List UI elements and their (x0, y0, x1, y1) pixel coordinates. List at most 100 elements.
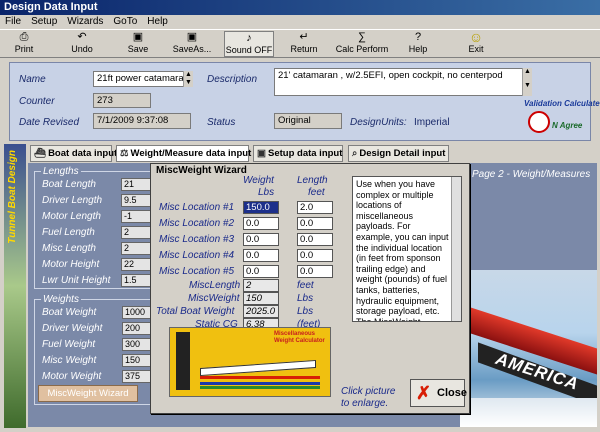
exit-smiley-icon: ☺ (468, 29, 484, 45)
help-text-box[interactable]: Use when you have complex or multiple lo… (352, 176, 462, 322)
misc-length-summary-unit: feet (297, 280, 314, 291)
driver-weight-label: Driver Weight (42, 323, 103, 334)
help-icon: ? (414, 31, 422, 43)
print-button[interactable]: ⎙ Print (4, 31, 44, 57)
counter-label: Counter (19, 96, 55, 107)
boat-length-input[interactable]: 21 (121, 178, 151, 191)
window-title: Design Data Input (0, 0, 600, 15)
misc-location-4-weight-input[interactable]: 0.0 (243, 249, 279, 262)
sound-off-button[interactable]: ♪ Sound OFF (224, 31, 274, 57)
undo-icon: ↶ (77, 31, 87, 43)
design-header-panel: Name 21ft power catamaran ▲ ▼ Description… (9, 62, 600, 141)
boat-weight-input[interactable]: 1000 (122, 306, 152, 319)
undo-button[interactable]: ↶ Undo (62, 31, 102, 57)
weight-calculator-diagram[interactable]: Miscellaneous Weight Calculator (169, 327, 331, 397)
close-button[interactable]: ✗ Close (410, 379, 467, 407)
tab-boat-data[interactable]: ⛴ Boat data input (30, 145, 117, 162)
check-icon (528, 111, 550, 133)
weight-column-header: Weight (243, 175, 274, 186)
name-field[interactable]: 21ft power catamaran (93, 71, 193, 87)
lengths-legend: Lengths (41, 166, 81, 177)
calc-perform-button[interactable]: ∑ Calc Perform (334, 31, 390, 57)
status-label: Status (207, 117, 236, 128)
misc-location-2-label: Misc Location #2 (159, 218, 235, 229)
misc-location-1-length-input[interactable]: 2.0 (297, 201, 333, 214)
validation-logo: Validation Calculate N Agree (524, 99, 600, 137)
misc-location-2-weight-input[interactable]: 0.0 (243, 217, 279, 230)
menu-goto[interactable]: GoTo (108, 15, 142, 28)
motor-height-input[interactable]: 22 (121, 258, 151, 271)
toolbar: ⎙ Print ↶ Undo ▣ Save ▣ SaveAs... ♪ Sound OFF… (0, 29, 600, 58)
lower-unit-height-label: Lwr Unit Height (42, 275, 111, 286)
menu-file[interactable]: File (0, 15, 26, 28)
exit-button[interactable]: ☺ Exit (456, 29, 496, 57)
save-as-button[interactable]: ▣ SaveAs... (168, 31, 216, 57)
misc-location-3-weight-input[interactable]: 0.0 (243, 233, 279, 246)
motor-height-label: Motor Height (42, 259, 100, 270)
help-button[interactable]: ? Help (398, 31, 438, 57)
misc-location-5-label: Misc Location #5 (159, 266, 235, 277)
driver-length-input[interactable]: 9.5 (121, 194, 151, 207)
monitor-icon: ▣ (257, 148, 266, 159)
misc-location-5-weight-input[interactable]: 0.0 (243, 265, 279, 278)
date-revised-label: Date Revised (19, 117, 80, 128)
misc-location-1-weight-input[interactable]: 150.0 (243, 201, 279, 214)
menu-setup[interactable]: Setup (26, 15, 62, 28)
misc-weight-summary-label: MiscWeight (188, 293, 240, 304)
misc-length-summary-value: 2 (243, 279, 279, 292)
description-scrollbar[interactable]: ▲ ▼ (522, 68, 532, 96)
misc-weight-summary-unit: Lbs (297, 293, 314, 304)
misc-location-4-label: Misc Location #4 (159, 250, 235, 261)
fuel-length-label: Fuel Length (42, 227, 95, 238)
misc-location-2-length-input[interactable]: 0.0 (297, 217, 333, 230)
fuel-weight-input[interactable]: 300 (122, 338, 152, 351)
status-field: Original (274, 113, 342, 129)
printer-icon: ⎙ (19, 31, 29, 43)
magnifier-icon: ⌕ (352, 148, 358, 159)
misc-length-input[interactable]: 2 (121, 242, 151, 255)
misc-location-5-length-input[interactable]: 0.0 (297, 265, 333, 278)
description-label: Description (207, 74, 258, 85)
misc-weight-input[interactable]: 150 (122, 354, 152, 367)
total-boat-weight-label: Total Boat Weight (156, 306, 235, 317)
boat-weight-label: Boat Weight (42, 307, 97, 318)
misc-location-3-label: Misc Location #3 (159, 234, 235, 245)
sidebar-title: Tunnel Boat Design (7, 150, 18, 244)
menu-bar: File Setup Wizards GoTo Help (0, 15, 600, 29)
lower-unit-height-input[interactable]: 1.5 (121, 274, 151, 287)
sidebar-banner: Tunnel Boat Design (4, 144, 26, 428)
misc-length-summary-label: MiscLength (189, 280, 241, 291)
date-revised-field: 7/1/2009 9:37:08 (93, 113, 191, 129)
tab-design-detail[interactable]: ⌕ Design Detail input (348, 145, 449, 162)
help-text: Use when you have complex or multiple lo… (356, 179, 449, 322)
driver-weight-input[interactable]: 200 (122, 322, 152, 335)
boat-length-label: Boat Length (42, 179, 96, 190)
misc-length-label: Misc Length (42, 243, 96, 254)
save-button[interactable]: ▣ Save (118, 31, 158, 57)
misc-weight-wizard-button[interactable]: MiscWeight Wizard (38, 385, 138, 402)
return-button[interactable]: ↵ Return (282, 31, 326, 57)
tab-setup-data[interactable]: ▣ Setup data input (253, 145, 343, 162)
close-icon: ✗ (416, 383, 432, 403)
length-column-header: Length (297, 175, 328, 186)
help-scrollbar[interactable] (451, 177, 461, 321)
motor-length-input[interactable]: -1 (121, 210, 151, 223)
misc-location-3-length-input[interactable]: 0.0 (297, 233, 333, 246)
hull-profile (200, 359, 316, 377)
spray (460, 398, 597, 427)
total-boat-weight-value: 2025.0 (243, 305, 279, 318)
name-scrollbar[interactable]: ▲ ▼ (183, 71, 193, 87)
motor-weight-input[interactable]: 375 (122, 370, 152, 383)
design-units-label: DesignUnits: (350, 117, 407, 128)
menu-wizards[interactable]: Wizards (62, 15, 108, 28)
misc-location-4-length-input[interactable]: 0.0 (297, 249, 333, 262)
description-field[interactable]: 21' catamaran , w/2.5EFI, open cockpit, … (274, 68, 532, 96)
boat-photo: AMERICA (460, 270, 597, 427)
diagram-caption: Miscellaneous Weight Calculator (274, 331, 325, 344)
menu-help[interactable]: Help (142, 15, 173, 28)
name-label: Name (19, 74, 46, 85)
tab-weight-measure[interactable]: ⚖ Weight/Measure data input (116, 145, 251, 162)
design-units-value: Imperial (414, 117, 450, 128)
fuel-length-input[interactable]: 2 (121, 226, 151, 239)
misc-weight-wizard-dialog: MiscWeight Wizard Weight Lbs Length feet… (150, 163, 470, 414)
